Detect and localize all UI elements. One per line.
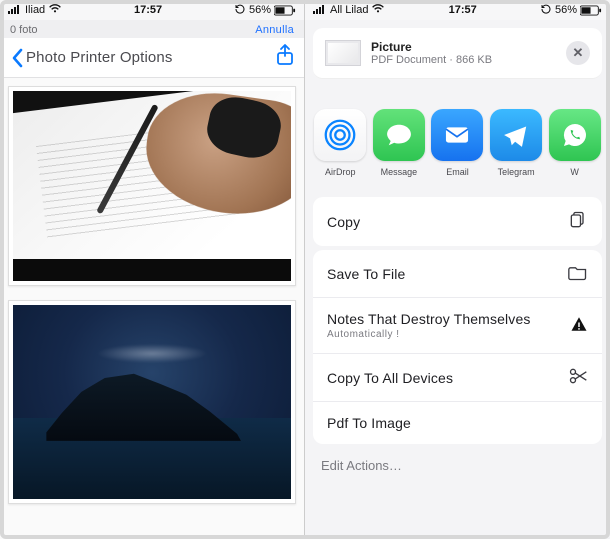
cancel-link[interactable]: Annulla (255, 24, 294, 36)
signal-icon (8, 4, 22, 17)
status-time: 17:57 (134, 4, 162, 16)
edit-actions-label: Edit Actions… (321, 458, 402, 473)
battery-pct: 56% (555, 4, 577, 16)
back-label: Photo Printer Options (26, 49, 173, 66)
action-save-to-file[interactable]: Save To File (313, 250, 602, 298)
action-label: Pdf To Image (327, 415, 588, 431)
airdrop-icon (314, 109, 366, 161)
signal-icon (313, 4, 327, 17)
share-app-label: AirDrop (325, 167, 356, 177)
close-icon: ✕ (573, 45, 584, 61)
preview-page-1[interactable] (8, 86, 296, 286)
battery-icon (580, 5, 602, 16)
document-title: Picture (371, 40, 556, 54)
status-time: 17:57 (449, 4, 477, 16)
preview-page-2[interactable] (8, 300, 296, 504)
printer-options-screen: Iliad 17:57 56% 0 foto Annulla Photo Pri… (0, 0, 305, 539)
mail-icon (431, 109, 483, 161)
battery-icon (274, 5, 296, 16)
secondary-title: 0 foto (10, 24, 38, 36)
carrier-prefix: All (330, 4, 342, 16)
share-app-label: Message (381, 167, 418, 177)
share-app-whatsapp[interactable]: W (545, 109, 604, 177)
share-app-messages[interactable]: Message (370, 109, 429, 177)
document-thumb (325, 40, 361, 66)
refresh-icon (540, 3, 552, 18)
share-app-label: Email (446, 167, 469, 177)
status-bar-left: Iliad 17:57 56% (0, 0, 304, 20)
action-label: Save To File (327, 266, 568, 282)
action-card-main: Save To File Notes That Destroy Themselv… (313, 250, 602, 444)
telegram-icon (490, 109, 542, 161)
warning-icon (570, 315, 588, 336)
edit-actions-link[interactable]: Edit Actions… (305, 444, 610, 487)
share-sheet-header: Picture PDF Document · 866 KB ✕ (313, 28, 602, 79)
scissors-icon (568, 367, 588, 388)
share-app-mail[interactable]: Email (428, 109, 487, 177)
action-copy-all-devices[interactable]: Copy To All Devices (313, 354, 602, 402)
folder-icon (568, 263, 588, 284)
share-app-label: W (570, 167, 579, 177)
carrier-label: Lilad (345, 4, 368, 16)
action-notes-self-destruct[interactable]: Notes That Destroy Themselves Automatica… (313, 298, 602, 354)
share-sheet-screen: All Lilad 17:57 56% Picture PDF Document… (305, 0, 610, 539)
document-preview-list[interactable] (0, 78, 304, 539)
action-label: Copy (327, 214, 568, 230)
action-copy[interactable]: Copy (313, 197, 602, 246)
status-bar-right: All Lilad 17:57 56% (305, 0, 610, 20)
chevron-left-icon (10, 48, 24, 68)
action-label: Notes That Destroy Themselves (327, 311, 570, 327)
share-app-label: Telegram (498, 167, 535, 177)
share-app-airdrop[interactable]: AirDrop (311, 109, 370, 177)
action-pdf-to-image[interactable]: Pdf To Image (313, 402, 602, 444)
refresh-icon (234, 3, 246, 18)
nav-bar: Photo Printer Options (0, 38, 304, 78)
secondary-title-row: 0 foto Annulla (0, 20, 304, 38)
carrier-label: Iliad (25, 4, 45, 16)
wifi-icon (48, 4, 62, 17)
action-label: Copy To All Devices (327, 370, 568, 386)
messages-icon (373, 109, 425, 161)
close-button[interactable]: ✕ (566, 41, 590, 65)
action-sublabel: Automatically ! (327, 329, 570, 340)
share-button[interactable] (276, 44, 294, 71)
document-subtitle: PDF Document · 866 KB (371, 54, 556, 66)
whatsapp-icon (549, 109, 601, 161)
wifi-icon (371, 4, 385, 17)
share-app-row: AirDrop Message Email Telegram W (305, 79, 610, 193)
action-card-copy: Copy (313, 197, 602, 246)
battery-pct: 56% (249, 4, 271, 16)
back-button[interactable]: Photo Printer Options (10, 48, 173, 68)
copy-pages-icon (568, 210, 588, 233)
share-app-telegram[interactable]: Telegram (487, 109, 546, 177)
